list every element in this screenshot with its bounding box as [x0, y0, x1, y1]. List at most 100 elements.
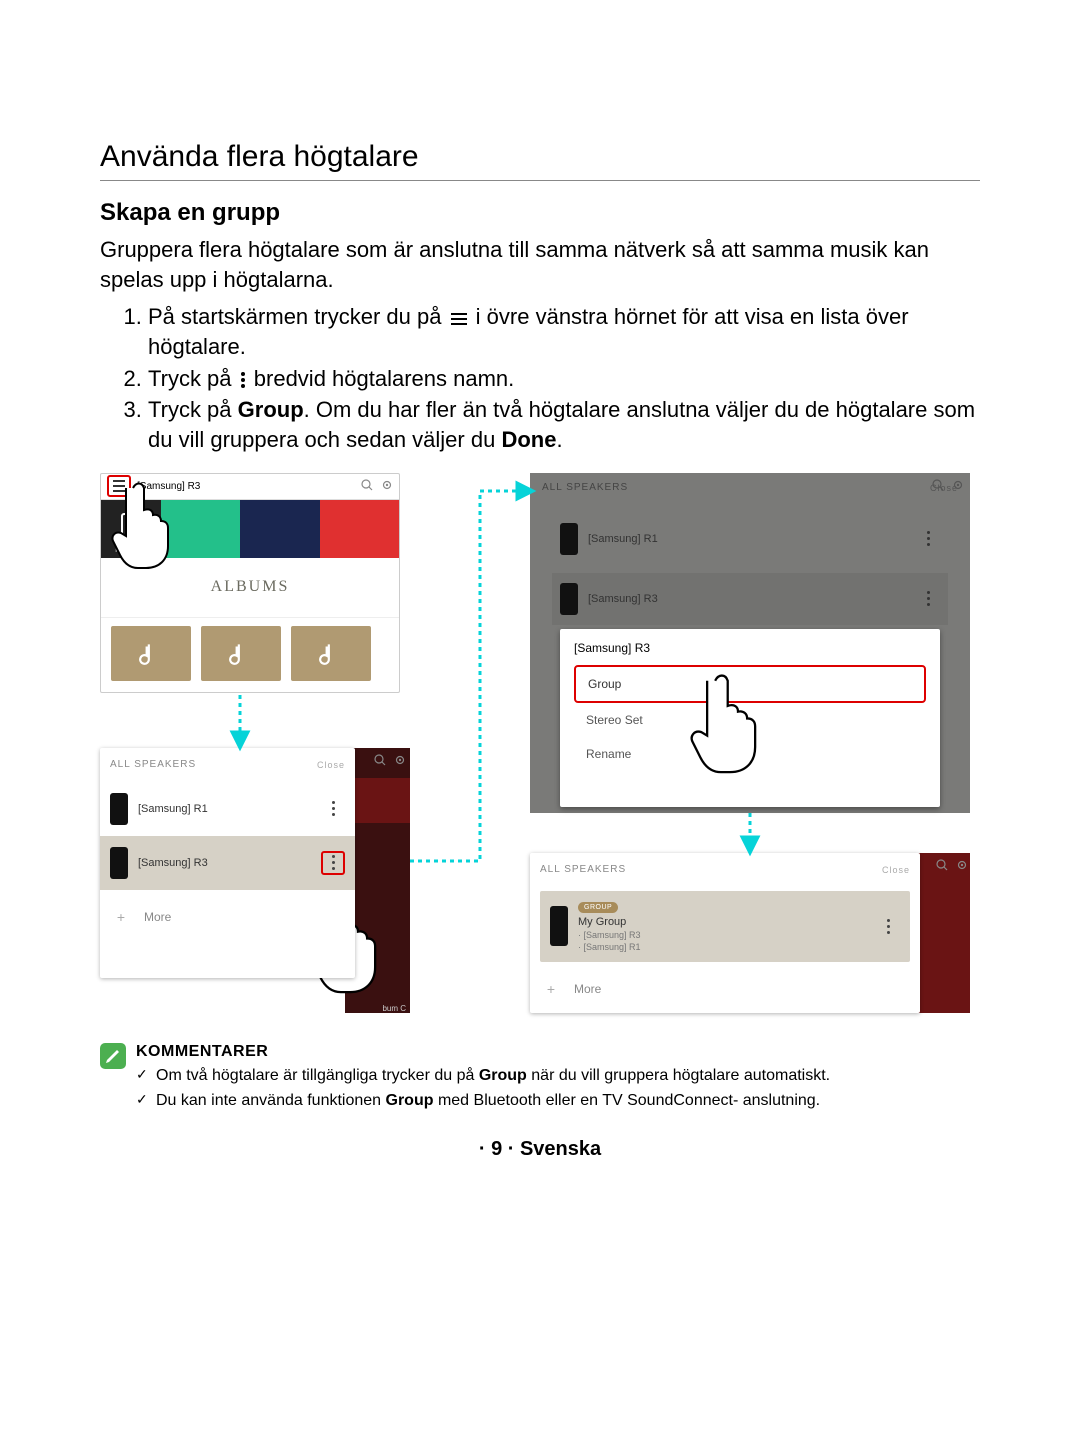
- speaker-row-r1: [Samsung] R1: [552, 513, 948, 565]
- speaker-name: [Samsung] R1: [588, 533, 658, 545]
- note-2-a: Du kan inte använda funktionen: [156, 1092, 386, 1109]
- panel-title: ALL SPEAKERS: [540, 864, 626, 875]
- footer-page-number: 9: [491, 1138, 502, 1160]
- album-thumb[interactable]: [201, 626, 281, 681]
- steps-list: På startskärmen trycker du på i övre vän…: [100, 302, 980, 454]
- intro-text: Gruppera flera högtalare som är anslutna…: [100, 235, 980, 294]
- plus-icon: +: [110, 906, 132, 928]
- panel-header: ALL SPEAKERS Close: [530, 473, 970, 503]
- speaker-row-r3[interactable]: [Samsung] R3: [100, 836, 355, 890]
- speakers-panel: ALL SPEAKERS Close GROUP My Group · [Sam…: [530, 853, 920, 1013]
- plus-icon: +: [540, 978, 562, 1000]
- more-label: More: [144, 910, 171, 924]
- source-myphone[interactable]: My Phone: [101, 500, 161, 558]
- menu-item-rename[interactable]: Rename: [574, 737, 926, 771]
- gear-icon[interactable]: [952, 479, 964, 494]
- search-icon[interactable]: [374, 754, 386, 769]
- gear-icon[interactable]: [394, 754, 406, 769]
- step-3-text-a: Tryck på: [148, 397, 238, 422]
- menu-button[interactable]: [107, 475, 131, 497]
- search-icon[interactable]: [936, 859, 948, 874]
- screenshot-home: [Samsung] R3 My Phone ALBUMS: [100, 473, 400, 693]
- more-row[interactable]: + More: [530, 962, 920, 1016]
- panel-title: ALL SPEAKERS: [542, 482, 628, 493]
- kebab-button: [916, 527, 940, 551]
- note-1-group: Group: [479, 1067, 527, 1084]
- phone-icon: [121, 513, 141, 543]
- group-badge: GROUP: [578, 902, 618, 913]
- more-row[interactable]: + More: [100, 890, 355, 944]
- kebab-button[interactable]: [321, 797, 345, 821]
- notes-section: KOMMENTARER Om två högtalare är tillgäng…: [100, 1043, 980, 1116]
- page-title: Använda flera högtalare: [100, 140, 980, 181]
- step-1: På startskärmen trycker du på i övre vän…: [148, 302, 980, 361]
- search-icon[interactable]: [361, 479, 373, 494]
- screenshot-context-menu: ALL SPEAKERS Close [Samsung] R1 [Samsung…: [530, 473, 970, 813]
- section-subtitle: Skapa en grupp: [100, 199, 980, 227]
- speaker-name: [Samsung] R3: [588, 593, 658, 605]
- page-footer: · 9 · Svenska: [100, 1138, 980, 1161]
- hamburger-icon: [450, 312, 468, 326]
- notes-title: KOMMENTARER: [136, 1043, 980, 1061]
- gear-icon[interactable]: [956, 859, 968, 874]
- context-menu: [Samsung] R3 Group Stereo Set Rename: [560, 629, 940, 807]
- speaker-row-r1[interactable]: [Samsung] R1: [100, 782, 355, 836]
- menu-item-stereo[interactable]: Stereo Set: [574, 703, 926, 737]
- album-c-label: bum C: [382, 1004, 406, 1013]
- step-2-text-a: Tryck på: [148, 366, 238, 391]
- note-2: Du kan inte använda funktionen Group med…: [136, 1090, 980, 1112]
- note-1: Om två högtalare är tillgängliga trycker…: [136, 1065, 980, 1087]
- albums-heading: ALBUMS: [101, 558, 399, 618]
- close-button[interactable]: Close: [882, 865, 910, 875]
- kebab-button-highlighted[interactable]: [321, 851, 345, 875]
- step-3-text-c: .: [556, 427, 562, 452]
- kebab-button[interactable]: [876, 914, 900, 938]
- kebab-button: [916, 587, 940, 611]
- note-2-group: Group: [386, 1092, 434, 1109]
- step-1-text-a: På startskärmen trycker du på: [148, 304, 448, 329]
- step-3-group: Group: [238, 397, 304, 422]
- screenshot-speaker-list: ALL SPEAKERS Close [Samsung] R1 [Samsung…: [100, 748, 410, 1013]
- background-panel: [915, 853, 970, 1013]
- group-info: GROUP My Group · [Samsung] R3 · [Samsung…: [578, 899, 641, 954]
- step-3-done: Done: [501, 427, 556, 452]
- album-thumb[interactable]: [291, 626, 371, 681]
- close-button[interactable]: Close: [317, 760, 345, 770]
- panel-header: ALL SPEAKERS Close: [530, 853, 920, 887]
- more-label: More: [574, 982, 601, 996]
- footer-dot2: ·: [502, 1138, 520, 1160]
- menu-item-group[interactable]: Group: [574, 665, 926, 703]
- header-title: [Samsung] R3: [137, 481, 361, 492]
- footer-language: Svenska: [520, 1138, 601, 1160]
- source-tiles: My Phone: [101, 500, 399, 558]
- speaker-icon: [110, 847, 128, 879]
- kebab-icon: [240, 372, 246, 388]
- step-2: Tryck på bredvid högtalarens namn.: [148, 364, 980, 394]
- album-thumb[interactable]: [111, 626, 191, 681]
- step-2-text-b: bredvid högtalarens namn.: [248, 366, 515, 391]
- gear-icon[interactable]: [381, 479, 393, 494]
- note-1-b: när du vill gruppera högtalare automatis…: [527, 1067, 830, 1084]
- group-name: My Group: [578, 915, 641, 929]
- speaker-name: [Samsung] R1: [138, 803, 208, 815]
- speaker-icon: [560, 523, 578, 555]
- notes-icon: [100, 1043, 126, 1069]
- app-header: [Samsung] R3: [101, 474, 399, 500]
- footer-dot: ·: [479, 1138, 491, 1160]
- screenshot-grouped: ALL SPEAKERS Close GROUP My Group · [Sam…: [530, 853, 970, 1013]
- search-icon[interactable]: [932, 479, 944, 494]
- source-tile-2[interactable]: [240, 500, 319, 558]
- group-row[interactable]: GROUP My Group · [Samsung] R3 · [Samsung…: [540, 891, 910, 962]
- source-tile-1[interactable]: [161, 500, 240, 558]
- group-member-2: · [Samsung] R1: [578, 942, 641, 954]
- notes-list: Om två högtalare är tillgängliga trycker…: [136, 1065, 980, 1112]
- speaker-icon: [560, 583, 578, 615]
- menu-title: [Samsung] R3: [574, 641, 926, 655]
- source-tile-3[interactable]: [320, 500, 399, 558]
- myphone-label: My Phone: [115, 547, 147, 554]
- speaker-name: [Samsung] R3: [138, 857, 208, 869]
- album-thumbnails: [101, 618, 399, 689]
- speakers-panel: ALL SPEAKERS Close [Samsung] R1 [Samsung…: [100, 748, 355, 978]
- panel-header: ALL SPEAKERS Close: [100, 748, 355, 782]
- note-2-b: med Bluetooth eller en TV SoundConnect- …: [434, 1092, 821, 1109]
